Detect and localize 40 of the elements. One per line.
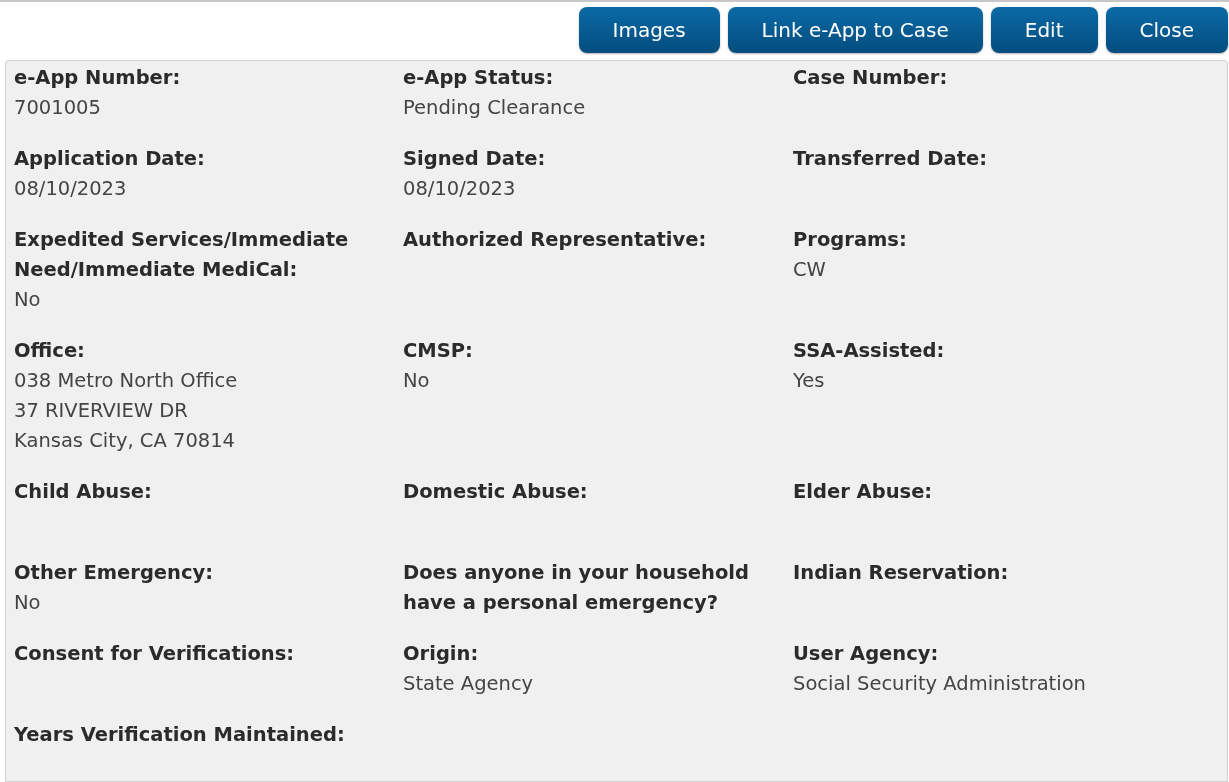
field-label: Elder Abuse: [793,479,934,505]
field-value: 038 Metro North Office [14,368,239,394]
field-value: State Agency [403,671,535,697]
field-label: Other Emergency: [14,560,215,586]
field-label: Application Date: [14,146,206,172]
field-value: No [14,590,42,616]
field-value: Yes [793,368,826,394]
field-value: 08/10/2023 [403,176,517,202]
field-value: No [14,287,42,313]
field-label: Expedited Services/Immediate Need/Immediate MediCal: [14,227,350,283]
field-label: SSA-Assisted: [793,338,946,364]
field-label: Consent for Verifications: [14,641,296,667]
field-label: Signed Date: [403,146,547,172]
field-label: Child Abuse: [14,479,153,505]
field-value: 7001005 [14,95,102,121]
field-value: Pending Clearance [403,95,587,121]
field-value: 08/10/2023 [14,176,128,202]
field-value: Social Security Administration [793,671,1087,697]
field-label: Does anyone in your household have a personal emergency? [403,560,750,616]
toolbar-button[interactable]: Edit [990,7,1098,53]
field-label: Years Verification Maintained: [14,722,346,748]
toolbar-button[interactable]: Images [578,7,720,53]
field-label: CMSP: [403,338,474,364]
field-label: Case Number: [793,65,949,91]
field-label: Authorized Representative: [403,227,708,253]
field-label: Programs: [793,227,908,253]
field-label: Origin: [403,641,480,667]
field-label: Transferred Date: [793,146,989,172]
field-value: Kansas City, CA 70814 [14,428,237,454]
field-value: 37 RIVERVIEW DR [14,398,189,424]
field-value: CW [793,257,827,283]
field-label: Indian Reservation: [793,560,1010,586]
toolbar-button[interactable]: Close [1105,7,1228,53]
field-label: e-App Status: [403,65,555,91]
field-label: e-App Number: [14,65,182,91]
field-label: User Agency: [793,641,940,667]
field-value: No [403,368,431,394]
toolbar-button[interactable]: Link e-App to Case [727,7,983,53]
field-label: Office: [14,338,86,364]
field-label: Domestic Abuse: [403,479,589,505]
